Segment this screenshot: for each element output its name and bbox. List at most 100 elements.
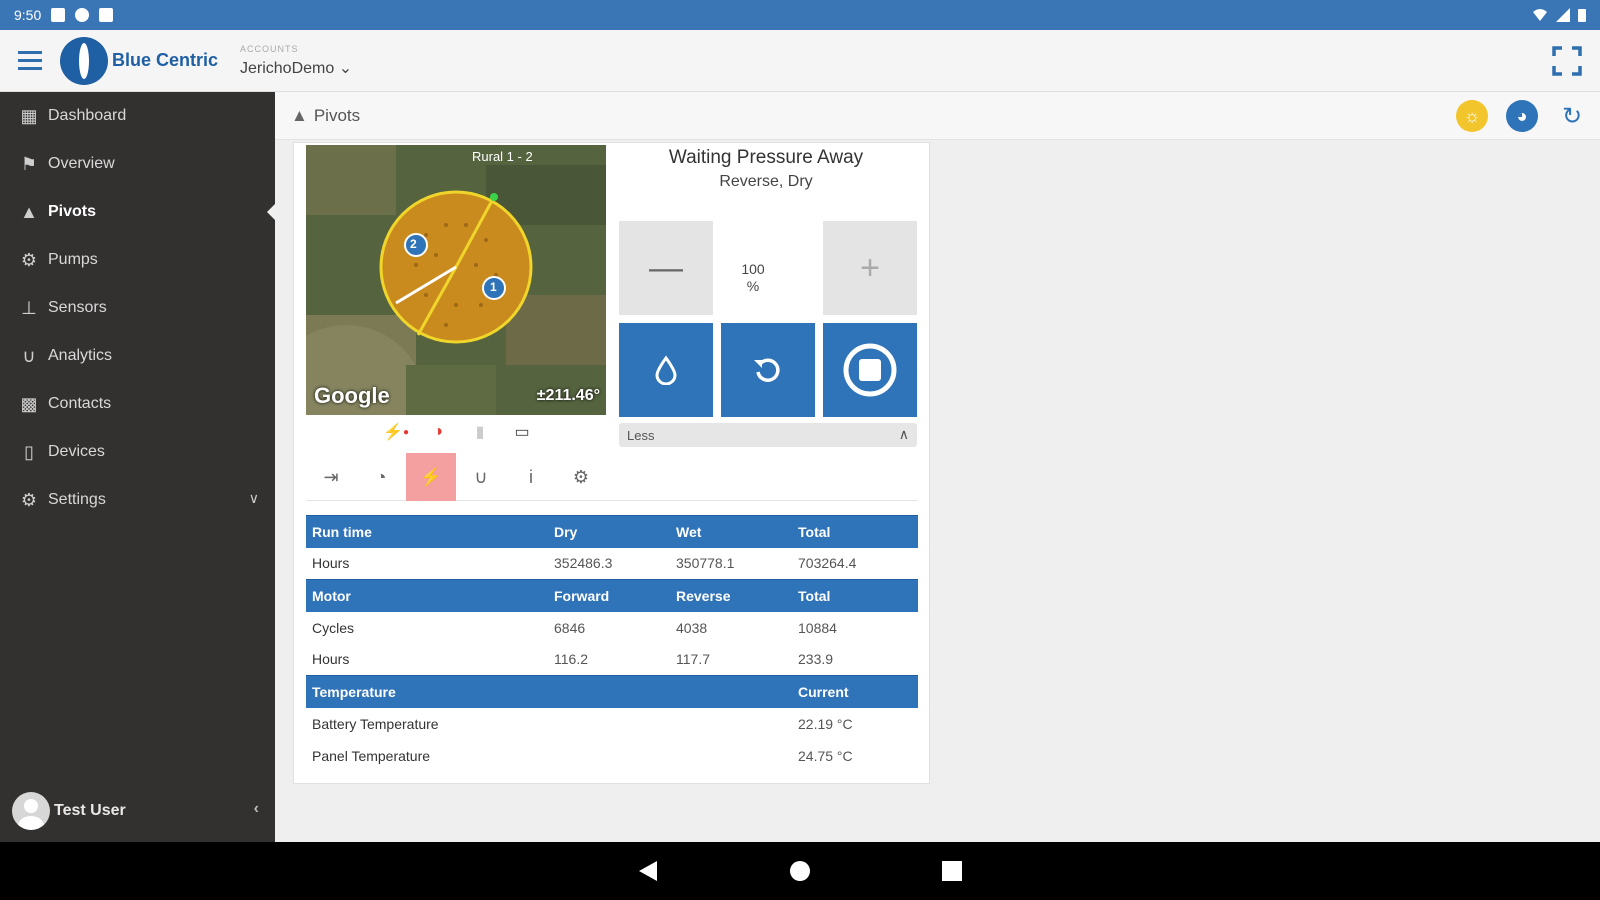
sidebar-item-dashboard[interactable]: ▦ Dashboard: [0, 92, 275, 140]
analytics-icon: ∪: [22, 345, 36, 366]
pivot-stats-table: Run time Dry Wet Total Hours 352486.3 35…: [306, 515, 918, 772]
chevron-down-icon: ⌄: [338, 59, 353, 77]
increase-speed-button[interactable]: +: [823, 221, 917, 315]
back-icon[interactable]: [637, 859, 659, 883]
stop-icon: [843, 343, 897, 397]
table-header: Wet: [670, 515, 792, 548]
stop-button[interactable]: [823, 323, 917, 417]
pump-icon: ⚙: [20, 249, 38, 270]
chevron-down-icon: ∨: [248, 490, 259, 506]
wifi-icon: [1533, 9, 1547, 21]
tab-info[interactable]: i: [506, 453, 556, 501]
table-cell: 116.2: [554, 651, 588, 668]
table-header: Dry: [548, 515, 670, 548]
app-notification-icon: [75, 8, 90, 22]
table-cell: 24.75 °C: [798, 747, 853, 764]
chevron-up-icon: ∧: [898, 426, 909, 442]
table-header: Motor: [306, 579, 548, 612]
sidebar-item-label: Pivots: [48, 203, 97, 220]
account-label: ACCOUNTS: [240, 43, 299, 54]
wet-mode-button[interactable]: [619, 323, 713, 417]
sidebar-item-analytics[interactable]: ∪ Analytics: [0, 332, 275, 380]
status-indicator-icon[interactable]: ☼: [1456, 100, 1488, 132]
table-row: Panel Temperature 24.75 °C: [306, 740, 918, 772]
hamburger-menu-button[interactable]: [0, 30, 60, 92]
pivot-icon: ▲: [291, 105, 308, 125]
pie-icon: ◔: [375, 466, 387, 487]
table-cell: 4038: [676, 619, 708, 636]
sidebar-item-label: Overview: [48, 155, 115, 172]
sidebar-item-pivots[interactable]: ▲ Pivots: [0, 188, 275, 236]
dashboard-icon: ▦: [20, 105, 38, 126]
table-row: Hours 352486.3 350778.1 703264.4: [306, 548, 918, 580]
tab-settings[interactable]: ⚙: [556, 453, 606, 501]
table-cell: 352486.3: [554, 555, 613, 572]
sidebar-item-label: Settings: [48, 491, 106, 508]
table-row: Hours 116.2 117.7 233.9: [306, 644, 918, 676]
sidebar-item-sensors[interactable]: ⊥ Sensors: [0, 284, 275, 332]
sidebar-item-settings[interactable]: ⚙ Settings ∨: [0, 476, 275, 524]
less-label: Less: [627, 427, 655, 443]
tab-analytics[interactable]: ∪: [456, 453, 506, 501]
table-header: Run time: [306, 515, 548, 548]
table-cell: 703264.4: [798, 555, 857, 572]
sensor-icon: ⊥: [21, 297, 37, 318]
sidebar-item-label: Pumps: [48, 251, 98, 268]
sidebar-item-devices[interactable]: ▯ Devices: [0, 428, 275, 476]
table-cell: 6846: [554, 619, 586, 636]
tab-sectors[interactable]: ◔: [356, 453, 406, 501]
sidebar-item-pumps[interactable]: ⚙ Pumps: [0, 236, 275, 284]
table-header-row: Temperature Current: [306, 675, 918, 708]
home-icon[interactable]: [789, 860, 811, 882]
brand-logo[interactable]: Blue Centric: [60, 36, 230, 85]
pivot-angle: ±211.46°: [536, 387, 600, 404]
table-row: Cycles 6846 4038 10884: [306, 612, 918, 644]
tab-direction[interactable]: ⇥: [306, 453, 356, 501]
tab-power[interactable]: ⚡: [406, 453, 456, 501]
logo-icon: [60, 36, 108, 85]
table-cell: Cycles: [312, 619, 355, 636]
sidebar-item-label: Analytics: [48, 347, 113, 364]
table-cell: Hours: [312, 555, 350, 572]
pivot-map[interactable]: 2 1 Rural 1 - 2 Google ±211.46°: [306, 145, 606, 415]
decrease-speed-button[interactable]: —: [619, 221, 713, 315]
cell-signal-icon: [1556, 8, 1570, 22]
account-selector[interactable]: ACCOUNTS JerichoDemo ⌄: [240, 44, 352, 78]
collapse-sidebar-icon[interactable]: ‹: [254, 800, 259, 818]
less-toggle[interactable]: Less ∧: [619, 423, 917, 447]
sidebar: ▦ Dashboard ⚑ Overview ▲ Pivots ⚙ Pumps …: [0, 92, 275, 842]
table-cell: 233.9: [798, 651, 834, 668]
reverse-direction-button[interactable]: [721, 323, 815, 417]
table-header: Temperature: [306, 675, 792, 708]
map-satellite-image: [306, 145, 606, 415]
table-cell: Hours: [312, 651, 350, 668]
notification-icon: [51, 8, 66, 22]
table-header: Total: [792, 515, 918, 548]
user-profile[interactable]: Test User ‹: [12, 790, 267, 832]
globe-icon[interactable]: ◕: [1506, 100, 1538, 132]
plus-icon: +: [860, 248, 880, 287]
devices-icon: ▯: [24, 441, 34, 462]
table-cell: 22.19 °C: [798, 715, 853, 732]
fullscreen-icon[interactable]: [1552, 46, 1582, 76]
pressure-gauge-icon: ◑: [433, 423, 443, 440]
sidebar-item-contacts[interactable]: ▩ Contacts: [0, 380, 275, 428]
water-drop-icon: [655, 355, 677, 385]
pivot-card: 2 1 Rural 1 - 2 Google ±211.46° Waiting …: [293, 142, 930, 784]
table-row: Battery Temperature 22.19 °C: [306, 708, 918, 740]
brand-name: Blue Centric: [112, 50, 219, 70]
overview-icon: ⚑: [20, 153, 38, 174]
analytics-icon: ∪: [474, 466, 488, 487]
map-field-label: Rural 1 - 2: [472, 149, 533, 164]
sidebar-item-overview[interactable]: ⚑ Overview: [0, 140, 275, 188]
page-title: Pivots: [313, 105, 361, 125]
sidebar-item-label: Contacts: [48, 395, 112, 412]
pivot-status: Waiting Pressure Away: [668, 147, 864, 168]
arrow-right-bar-icon: ⇥: [323, 466, 339, 487]
settings-icon: ⚙: [572, 466, 590, 487]
recents-icon[interactable]: [941, 860, 963, 882]
table-header: Current: [792, 675, 918, 708]
minus-icon: —: [649, 248, 683, 287]
refresh-icon[interactable]: ↻: [1556, 100, 1588, 132]
table-cell: Battery Temperature: [312, 715, 439, 732]
